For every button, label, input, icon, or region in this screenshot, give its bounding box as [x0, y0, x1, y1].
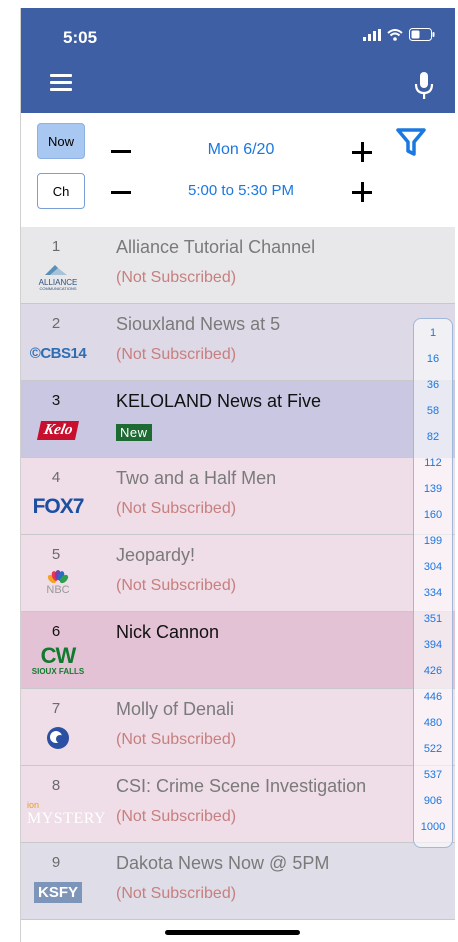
scrubber-item[interactable]: 537: [414, 769, 452, 781]
status-time: 5:05: [63, 28, 98, 47]
scrubber-item[interactable]: 446: [414, 691, 452, 703]
program-title: Jeopardy!: [116, 545, 196, 565]
now-button[interactable]: Now: [37, 123, 85, 159]
channel-row[interactable]: 8 ion MYSTERY CSI: Crime Scene Investiga…: [21, 766, 455, 843]
channel-logo-fox: FOX7: [32, 495, 85, 518]
pbs-head-icon: [47, 727, 69, 749]
channel-number: 3: [51, 392, 61, 409]
subscription-status: (Not Subscribed): [116, 885, 237, 902]
new-badge: New: [116, 424, 152, 441]
peacock-icon: [47, 570, 69, 584]
channel-jump-scrubber[interactable]: 1 16 36 58 82 112 139 160 199 304 334 35…: [413, 318, 453, 848]
filter-icon[interactable]: [396, 127, 426, 157]
program-title: Dakota News Now @ 5PM: [116, 853, 330, 873]
time-minus-button[interactable]: [111, 191, 131, 194]
battery-icon: [409, 28, 435, 41]
scrubber-item[interactable]: 522: [414, 743, 452, 755]
channel-logo-nbc: NBC: [21, 567, 95, 599]
channel-logo-cw: CW SIOUX FALLS: [31, 642, 85, 676]
scrubber-item[interactable]: 351: [414, 613, 452, 625]
subscription-status: (Not Subscribed): [116, 346, 237, 363]
scrubber-item[interactable]: 36: [414, 379, 452, 391]
status-icons: [363, 28, 435, 41]
hamburger-icon[interactable]: [50, 74, 72, 92]
app-frame: 5:05 Now Mon 6/20 Ch 5:00 to 5:30 PM 1 A…: [20, 8, 455, 942]
scrubber-item[interactable]: 1000: [414, 821, 452, 833]
subscription-status: (Not Subscribed): [116, 731, 237, 748]
scrubber-item[interactable]: 906: [414, 795, 452, 807]
subscription-status: (Not Subscribed): [116, 577, 237, 594]
scrubber-item[interactable]: 334: [414, 587, 452, 599]
microphone-icon[interactable]: [413, 71, 435, 101]
home-indicator[interactable]: [165, 930, 300, 935]
scrubber-item[interactable]: 426: [414, 665, 452, 677]
status-bar: 5:05: [21, 8, 455, 58]
channel-row[interactable]: 3 Kelo KELOLAND News at Five New: [21, 381, 455, 458]
channel-number: 6: [51, 623, 61, 640]
date-minus-button[interactable]: [111, 150, 131, 153]
scrubber-item[interactable]: 199: [414, 535, 452, 547]
header: 5:05: [21, 8, 455, 113]
channel-number: 4: [51, 469, 61, 486]
channel-row[interactable]: 5 NBC Jeopardy! (Not Subscribed): [21, 535, 455, 612]
program-title: Molly of Denali: [116, 699, 235, 719]
scrubber-item[interactable]: 394: [414, 639, 452, 651]
program-title: Two and a Half Men: [116, 468, 277, 488]
ch-button[interactable]: Ch: [37, 173, 85, 209]
time-plus-button[interactable]: [352, 182, 372, 202]
channel-row[interactable]: 1 ALLIANCE COMMUNICATIONS Alliance Tutor…: [21, 227, 455, 304]
guide-controls: Now Mon 6/20 Ch 5:00 to 5:30 PM: [21, 113, 455, 227]
signal-icon: [363, 28, 381, 41]
channel-logo-alliance: ALLIANCE COMMUNICATIONS: [21, 264, 95, 291]
scrubber-item[interactable]: 58: [414, 405, 452, 417]
channel-row[interactable]: 2 ©CBS14 Siouxland News at 5 (Not Subscr…: [21, 304, 455, 381]
time-range-display: 5:00 to 5:30 PM: [188, 182, 294, 199]
program-title: Alliance Tutorial Channel: [116, 237, 316, 257]
channel-logo-ion-mystery: ion MYSTERY: [27, 800, 107, 827]
channel-logo-pbs: [21, 726, 95, 750]
scrubber-item[interactable]: 304: [414, 561, 452, 573]
scrubber-item[interactable]: 112: [414, 457, 452, 469]
subscription-status: (Not Subscribed): [116, 808, 237, 825]
channel-row[interactable]: 4 FOX7 Two and a Half Men (Not Subscribe…: [21, 458, 455, 535]
scrubber-item[interactable]: 1: [414, 327, 452, 339]
scrubber-item[interactable]: 480: [414, 717, 452, 729]
channel-number: 9: [51, 854, 61, 871]
channel-number: 2: [51, 315, 61, 332]
wifi-icon: [387, 28, 403, 41]
channel-number: 1: [51, 238, 61, 255]
channel-row[interactable]: 7 Molly of Denali (Not Subscribed): [21, 689, 455, 766]
channel-row[interactable]: 9 KSFY Dakota News Now @ 5PM (Not Subscr…: [21, 843, 455, 920]
scrubber-item[interactable]: 16: [414, 353, 452, 365]
scrubber-item[interactable]: 139: [414, 483, 452, 495]
date-plus-button[interactable]: [352, 142, 372, 162]
scrubber-item[interactable]: 160: [414, 509, 452, 521]
svg-text:COMMUNICATIONS: COMMUNICATIONS: [39, 286, 76, 291]
program-title: Nick Cannon: [116, 622, 220, 642]
program-title: CSI: Crime Scene Investigation: [116, 776, 367, 796]
channel-number: 5: [51, 546, 61, 563]
channel-number: 7: [51, 700, 61, 717]
channel-row[interactable]: 6 CW SIOUX FALLS Nick Cannon: [21, 612, 455, 689]
program-title: KELOLAND News at Five: [116, 391, 322, 411]
scrubber-item[interactable]: 82: [414, 431, 452, 443]
subscription-status: (Not Subscribed): [116, 269, 237, 286]
channel-logo-kelo: Kelo: [21, 418, 95, 442]
program-title: Siouxland News at 5: [116, 314, 281, 334]
channel-logo-ksfy: KSFY: [21, 880, 95, 904]
channel-number: 8: [51, 777, 61, 794]
date-display: Mon 6/20: [207, 141, 275, 158]
subscription-status: (Not Subscribed): [116, 500, 237, 517]
nav-row: [21, 63, 455, 108]
channel-logo-cbs: ©CBS14: [29, 344, 87, 362]
